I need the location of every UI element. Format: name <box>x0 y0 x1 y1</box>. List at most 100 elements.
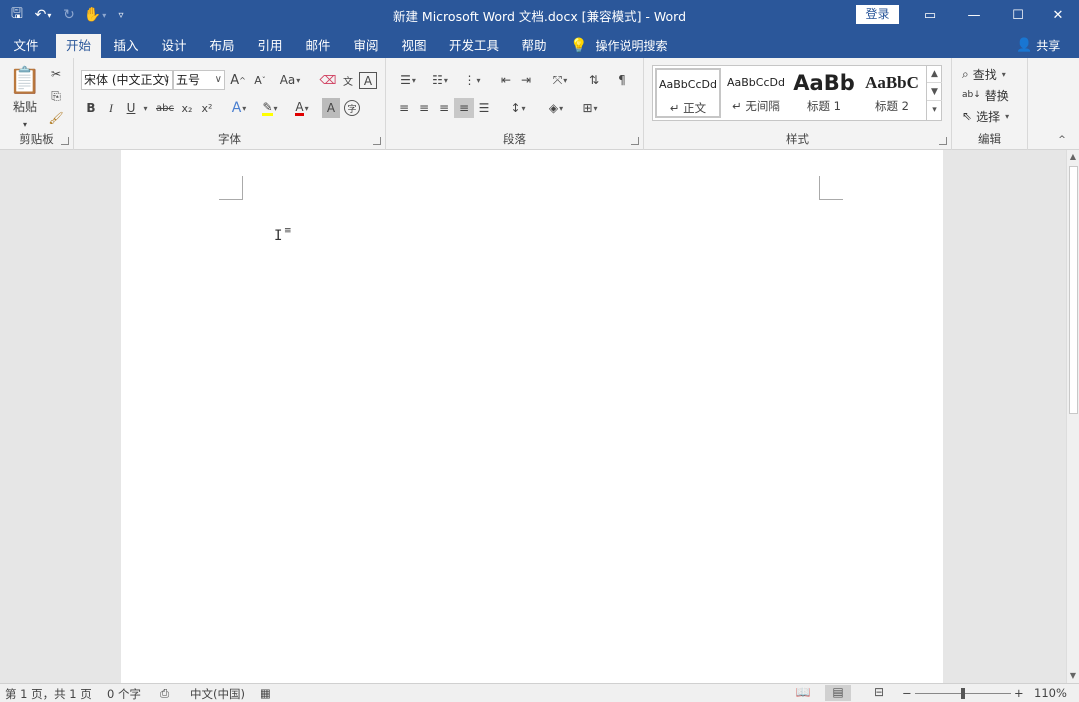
collapse-ribbon-icon[interactable]: ^ <box>1052 130 1072 150</box>
decrease-indent-icon[interactable]: ⇤ <box>496 70 516 90</box>
strikethrough-button[interactable]: abc <box>154 98 176 118</box>
tab-insert[interactable]: 插入 <box>104 34 148 58</box>
tab-design[interactable]: 设计 <box>152 34 196 58</box>
scroll-up-icon[interactable]: ▲ <box>1067 150 1079 164</box>
chinese-layout-icon[interactable]: ⤧ ▾ <box>546 70 574 90</box>
zoom-slider-thumb[interactable] <box>961 688 965 699</box>
more-styles-icon[interactable]: ▾ <box>927 101 942 119</box>
highlight-button[interactable]: ✎ ▾ <box>256 98 284 118</box>
scroll-down-icon[interactable]: ▼ <box>1067 669 1079 683</box>
signin-button[interactable]: 登录 <box>856 5 899 24</box>
tab-help[interactable]: 帮助 <box>512 34 556 58</box>
chevron-up-icon[interactable]: ▲ <box>927 65 942 83</box>
style-normal[interactable]: AaBbCcDd ↵ 正文 <box>655 68 721 118</box>
style-heading-1[interactable]: AaBb 标题 1 <box>791 68 857 118</box>
select-button[interactable]: ⇖ 选择 ▾ <box>962 106 1009 126</box>
word-count[interactable]: 0 个字 <box>107 686 141 702</box>
align-center-icon[interactable]: ≡ <box>414 98 434 118</box>
tab-references[interactable]: 引用 <box>248 34 292 58</box>
grow-font-icon[interactable]: A ^ <box>228 70 248 90</box>
show-marks-icon[interactable]: ¶ <box>612 70 632 90</box>
font-size-value: 五号 <box>176 73 201 87</box>
borders-icon[interactable]: ⊞ ▾ <box>576 98 604 118</box>
shading-icon[interactable]: ◈ ▾ <box>542 98 570 118</box>
touch-mode-icon[interactable]: ✋ ▾ <box>84 4 106 26</box>
sort-icon[interactable]: ⇅ <box>584 70 604 90</box>
chevron-down-icon[interactable]: ▼ <box>927 83 942 101</box>
zoom-out-button[interactable]: − <box>902 686 912 700</box>
shrink-font-icon[interactable]: Aˇ <box>250 70 270 90</box>
underline-button[interactable]: U <box>122 98 140 118</box>
tab-developer[interactable]: 开发工具 <box>440 34 508 58</box>
tab-file[interactable]: 文件 <box>0 34 52 58</box>
find-button[interactable]: ⌕ 查找 ▾ <box>962 64 1006 84</box>
change-case-button[interactable]: Aa ▾ <box>276 70 304 90</box>
align-right-icon[interactable]: ≡ <box>434 98 454 118</box>
read-mode-icon[interactable]: 📖 <box>790 685 816 701</box>
print-layout-icon[interactable]: ▤ <box>825 685 851 701</box>
superscript-button[interactable]: x² <box>198 98 216 118</box>
subscript-button[interactable]: x₂ <box>178 98 196 118</box>
phonetic-guide-icon[interactable]: 文 <box>338 70 358 90</box>
macro-record-icon[interactable]: ▦ <box>260 686 271 700</box>
redo-icon[interactable]: ↻ <box>58 4 80 26</box>
language-indicator[interactable]: 中文(中国) <box>190 686 245 702</box>
font-color-button[interactable]: A ▾ <box>288 98 316 118</box>
enclose-characters-icon[interactable]: 字 <box>344 100 360 116</box>
tab-home[interactable]: 开始 <box>56 34 101 58</box>
distributed-icon[interactable]: ☰ <box>474 98 494 118</box>
character-border-icon[interactable]: A <box>359 72 377 89</box>
tell-me-search[interactable]: 💡 操作说明搜索 <box>570 34 667 58</box>
quick-access-toolbar: 🖫 ↶ ▾ ↻ ✋ ▾ ▿ <box>6 4 132 26</box>
style-no-spacing[interactable]: AaBbCcDd ↵ 无间隔 <box>723 68 789 118</box>
increase-indent-icon[interactable]: ⇥ <box>516 70 536 90</box>
bold-button[interactable]: B <box>82 98 100 118</box>
copy-icon[interactable]: ⎘ <box>46 86 66 106</box>
tab-mailings[interactable]: 邮件 <box>296 34 340 58</box>
clear-formatting-icon[interactable]: ⌫ <box>318 70 338 90</box>
tab-review[interactable]: 审阅 <box>344 34 388 58</box>
cut-icon[interactable]: ✂ <box>46 64 66 84</box>
numbering-icon[interactable]: ☷ ▾ <box>426 70 454 90</box>
web-layout-icon[interactable]: ⊟ <box>866 685 892 701</box>
paste-label[interactable]: 粘贴 <box>8 96 42 116</box>
underline-dropdown-icon[interactable]: ▾ <box>140 98 150 118</box>
paragraph-launcher-icon[interactable] <box>631 137 639 145</box>
styles-gallery: AaBbCcDd ↵ 正文 AaBbCcDd ↵ 无间隔 AaBb 标题 1 A… <box>652 65 942 121</box>
share-button[interactable]: 👤 共享 <box>1016 34 1060 58</box>
format-painter-icon[interactable]: 🖌 <box>46 108 66 128</box>
proofing-icon[interactable]: ⎙ <box>160 686 169 701</box>
minimize-icon[interactable]: — <box>952 0 996 30</box>
chevron-down-icon: ∨ <box>162 74 170 85</box>
styles-launcher-icon[interactable] <box>939 137 947 145</box>
multilevel-list-icon[interactable]: ⋮ ▾ <box>458 70 486 90</box>
maximize-icon[interactable]: ☐ <box>996 0 1040 30</box>
paste-icon[interactable]: 📋 <box>8 64 42 98</box>
vertical-scrollbar[interactable]: ▲ ▼ <box>1066 150 1079 683</box>
document-page[interactable]: I ≡ <box>121 150 943 683</box>
text-effects-button[interactable]: A ▾ <box>226 98 252 118</box>
font-size-combo[interactable]: 五号 ∨ <box>173 70 225 90</box>
tab-layout[interactable]: 布局 <box>200 34 244 58</box>
justify-icon[interactable]: ≡ <box>454 98 474 118</box>
zoom-level[interactable]: 110% <box>1034 686 1067 700</box>
clipboard-launcher-icon[interactable] <box>61 137 69 145</box>
bullets-icon[interactable]: ☰ ▾ <box>394 70 422 90</box>
ribbon-display-options-icon[interactable]: ▭ <box>908 0 952 30</box>
italic-button[interactable]: I <box>102 98 120 118</box>
scroll-thumb[interactable] <box>1069 166 1078 414</box>
page-count[interactable]: 第 1 页，共 1 页 <box>5 686 92 702</box>
tab-view[interactable]: 视图 <box>392 34 436 58</box>
save-icon[interactable]: 🖫 <box>6 4 28 26</box>
line-spacing-icon[interactable]: ↕ ▾ <box>504 98 532 118</box>
style-heading-2[interactable]: AaBbC 标题 2 <box>859 68 925 118</box>
replace-button[interactable]: ab↓ 替换 <box>962 85 1009 105</box>
close-icon[interactable]: ✕ <box>1036 0 1079 30</box>
font-launcher-icon[interactable] <box>373 137 381 145</box>
zoom-in-button[interactable]: + <box>1014 686 1024 700</box>
align-left-icon[interactable]: ≡ <box>394 98 414 118</box>
character-shading-icon[interactable]: A <box>322 98 340 118</box>
undo-icon[interactable]: ↶ ▾ <box>32 4 54 26</box>
font-name-combo[interactable]: 宋体 (中文正文) ∨ <box>81 70 173 90</box>
customize-qat-icon[interactable]: ▿ <box>110 4 132 26</box>
